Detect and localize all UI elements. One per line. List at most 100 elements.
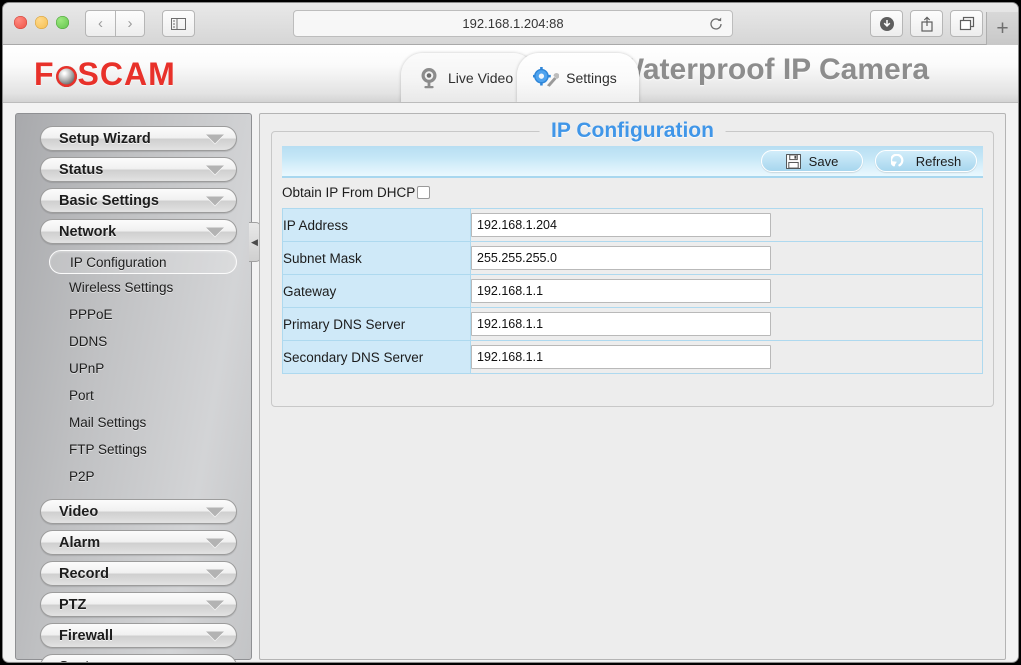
sidebar-group-label: System [59, 659, 111, 663]
dhcp-label: Obtain IP From DHCP [282, 185, 416, 200]
field-label: Primary DNS Server [282, 307, 471, 341]
sidebar-item-ddns[interactable]: DDNS [49, 328, 237, 355]
sidebar-group-network[interactable]: Network [40, 219, 237, 244]
field-label: Subnet Mask [282, 241, 471, 275]
sidebar-group-label: Setup Wizard [59, 130, 151, 147]
sidebar-group-system[interactable]: System [40, 654, 237, 662]
secondary-dns-input[interactable] [471, 345, 771, 369]
site-header: F SCAM Outdoor Waterproof IP Camera Live… [3, 45, 1018, 103]
sidebar-item-pppoe[interactable]: PPPoE [49, 301, 237, 328]
tab-settings[interactable]: Settings [517, 53, 639, 102]
field-label: Secondary DNS Server [282, 340, 471, 374]
new-tab-button[interactable]: + [986, 12, 1018, 45]
show-sidebar-button[interactable] [162, 10, 195, 37]
chevron-down-icon [206, 600, 224, 609]
sidebar-group-label: Basic Settings [59, 192, 159, 209]
chevron-down-icon [206, 569, 224, 578]
sidebar-icon [171, 17, 186, 30]
field-value-cell [470, 208, 983, 242]
close-window-button[interactable] [14, 16, 27, 29]
sidebar-item-port[interactable]: Port [49, 382, 237, 409]
table-row: Subnet Mask [282, 241, 983, 275]
chevron-down-icon [206, 134, 224, 143]
web-page: F SCAM Outdoor Waterproof IP Camera Live… [3, 45, 1018, 662]
sidebar-group-label: Status [59, 161, 104, 178]
sidebar-item-label: FTP Settings [69, 442, 147, 457]
logo-text-right: SCAM [77, 56, 176, 92]
chevron-down-icon [206, 538, 224, 547]
page-body: Setup Wizard Status Basic Settings Netwo… [3, 103, 1018, 662]
main-tabs: Live Video Settings [401, 53, 639, 102]
dhcp-checkbox[interactable] [417, 186, 431, 199]
field-value-cell [470, 340, 983, 374]
ip-address-input[interactable] [471, 213, 771, 237]
settings-sidebar: Setup Wizard Status Basic Settings Netwo… [15, 113, 261, 662]
subnet-mask-input[interactable] [471, 246, 771, 270]
forward-button[interactable]: › [115, 10, 145, 37]
sidebar-item-label: PPPoE [69, 307, 113, 322]
sidebar-group-video[interactable]: Video [40, 499, 237, 524]
share-button[interactable] [910, 10, 943, 37]
sidebar-item-mail-settings[interactable]: Mail Settings [49, 409, 237, 436]
address-bar[interactable]: 192.168.1.204:88 [293, 10, 733, 37]
tab-live-video[interactable]: Live Video [401, 53, 536, 102]
sidebar-item-label: Mail Settings [69, 415, 147, 430]
sidebar-item-label: IP Configuration [70, 254, 167, 270]
save-button[interactable]: Save [761, 150, 863, 172]
sidebar-group-record[interactable]: Record [40, 561, 237, 586]
save-label: Save [808, 153, 839, 169]
reload-icon[interactable] [708, 16, 724, 32]
tab-overview-icon [959, 16, 974, 31]
primary-dns-input[interactable] [471, 312, 771, 336]
ip-settings-table: IP Address Subnet Mask Gat [282, 208, 983, 374]
sidebar-item-wireless-settings[interactable]: Wireless Settings [49, 274, 237, 301]
back-button[interactable]: ‹ [85, 10, 115, 37]
tab-live-video-label: Live Video [448, 70, 514, 86]
sidebar-item-upnp[interactable]: UPnP [49, 355, 237, 382]
chevron-left-icon: ◀ [251, 236, 258, 247]
table-row: Gateway [282, 274, 983, 308]
tab-overview-button[interactable] [950, 10, 983, 37]
browser-toolbar: ‹ › 192.168.1.204:88 + [3, 3, 1018, 45]
sidebar-item-label: Wireless Settings [69, 280, 174, 295]
sidebar-group-label: Video [59, 503, 99, 520]
chevron-right-icon: › [127, 15, 133, 32]
sidebar-group-label: Record [59, 565, 109, 582]
sidebar-group-firewall[interactable]: Firewall [40, 623, 237, 648]
sidebar-item-ftp-settings[interactable]: FTP Settings [49, 436, 237, 463]
share-icon [920, 15, 933, 32]
refresh-button[interactable]: Refresh [875, 150, 977, 172]
sidebar-item-p2p[interactable]: P2P [49, 463, 237, 490]
panel-action-bar: Save Refresh [282, 146, 983, 178]
ip-configuration-panel: IP Configuration Save Refresh Obtain IP … [271, 119, 994, 407]
sidebar-group-status[interactable]: Status [40, 157, 237, 182]
table-row: Secondary DNS Server [282, 340, 983, 374]
panel-title: IP Configuration [539, 119, 726, 143]
sidebar-group-setup-wizard[interactable]: Setup Wizard [40, 126, 237, 151]
sidebar-item-label: DDNS [69, 334, 108, 349]
settings-content: IP Configuration Save Refresh Obtain IP … [259, 113, 1006, 660]
sidebar-group-label: Firewall [59, 627, 113, 644]
sidebar-item-label: Port [69, 388, 94, 403]
sidebar-item-ip-configuration[interactable]: IP Configuration [49, 250, 237, 274]
sidebar-group-ptz[interactable]: PTZ [40, 592, 237, 617]
sidebar-group-basic-settings[interactable]: Basic Settings [40, 188, 237, 213]
dhcp-row: Obtain IP From DHCP [282, 185, 983, 200]
logo-text-left: F [34, 56, 55, 92]
field-label: Gateway [282, 274, 471, 308]
table-row: Primary DNS Server [282, 307, 983, 341]
downloads-button[interactable] [870, 10, 903, 37]
navigation-buttons: ‹ › [85, 10, 145, 37]
sidebar-group-alarm[interactable]: Alarm [40, 530, 237, 555]
new-tab-label: + [996, 17, 1009, 40]
gateway-input[interactable] [471, 279, 771, 303]
chevron-down-icon [206, 196, 224, 205]
field-value-cell [470, 307, 983, 341]
sidebar-group-label: PTZ [59, 596, 87, 613]
maximize-window-button[interactable] [56, 16, 69, 29]
sidebar-item-label: P2P [69, 469, 95, 484]
minimize-window-button[interactable] [35, 16, 48, 29]
browser-window: ‹ › 192.168.1.204:88 + F SCAM Outdoor Wa… [3, 3, 1018, 662]
foscam-logo: F SCAM [34, 56, 176, 93]
sidebar-group-label: Alarm [59, 534, 101, 551]
